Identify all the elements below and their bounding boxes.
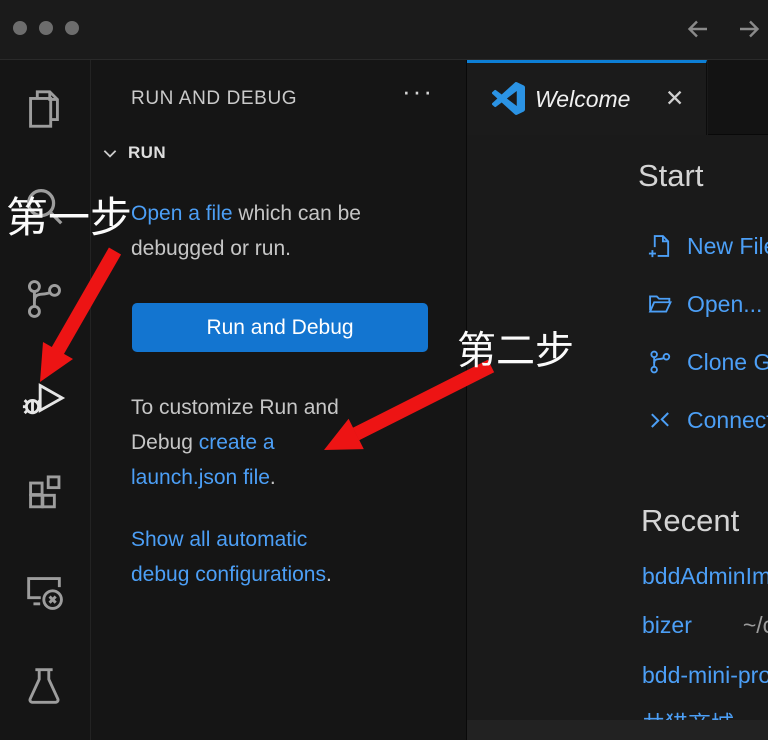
explorer-files-icon	[21, 86, 67, 132]
recent-item-name: bdd-mini-program	[642, 662, 768, 689]
start-item-open[interactable]: Open...	[646, 290, 762, 318]
editor-group: Welcome ✕ Start New File... Open... Clon…	[466, 60, 768, 740]
title-bar	[0, 0, 768, 60]
customize-hint-suffix: .	[270, 466, 276, 489]
close-window-button[interactable]	[13, 21, 27, 35]
recent-item-name: bizer	[642, 612, 692, 639]
arrow-left-icon	[681, 12, 715, 46]
new-file-icon	[646, 232, 674, 260]
show-all-configs-link[interactable]: Show all automatic debug configurations	[131, 528, 326, 586]
run-section-label: RUN	[128, 143, 166, 163]
activity-remote-explorer[interactable]	[19, 566, 69, 616]
start-item-label: New File...	[687, 233, 768, 260]
more-actions-button[interactable]: ···	[402, 78, 434, 104]
remote-explorer-icon	[21, 568, 67, 614]
start-item-label: Connect to...	[687, 407, 768, 434]
activity-explorer[interactable]	[19, 84, 69, 134]
recent-item-name: bddAdminImport	[642, 563, 768, 590]
run-and-debug-icon	[21, 375, 67, 421]
recent-heading: Recent	[641, 503, 739, 539]
activity-source-control[interactable]	[19, 274, 69, 324]
activity-extensions[interactable]	[19, 468, 69, 518]
recent-item[interactable]: bdd-mini-program	[642, 662, 768, 689]
activity-testing[interactable]	[19, 660, 69, 710]
arrow-right-icon	[732, 12, 766, 46]
navigate-back-button[interactable]	[681, 12, 715, 46]
run-and-debug-button[interactable]: Run and Debug	[132, 303, 428, 352]
git-branch-icon	[646, 348, 674, 376]
remote-connect-icon	[646, 406, 674, 434]
vscode-logo-icon	[492, 82, 525, 115]
window-controls	[13, 21, 79, 35]
recent-item[interactable]: bddAdminImport	[642, 563, 768, 590]
tab-welcome[interactable]: Welcome ✕	[467, 60, 707, 135]
show-configs-suffix: .	[326, 563, 332, 586]
chevron-down-icon	[101, 144, 119, 162]
minimize-window-button[interactable]	[39, 21, 53, 35]
start-item-connect[interactable]: Connect to...	[646, 406, 768, 434]
tab-strip-empty	[708, 60, 768, 135]
testing-flask-icon	[21, 662, 67, 708]
source-control-icon	[21, 276, 67, 322]
editor-bottom-strip	[467, 720, 768, 740]
welcome-page: Start New File... Open... Clone Git Repo…	[467, 135, 768, 740]
annotation-step1: 第一步	[6, 184, 132, 245]
show-configs-hint: Show all automatic debug configurations.	[131, 522, 367, 592]
start-item-clone[interactable]: Clone Git Repository...	[646, 348, 768, 376]
tab-close-icon[interactable]: ✕	[665, 85, 684, 112]
activity-run-and-debug[interactable]	[19, 373, 69, 423]
maximize-window-button[interactable]	[65, 21, 79, 35]
open-a-file-link[interactable]: Open a file	[131, 202, 233, 225]
start-item-new-file[interactable]: New File...	[646, 232, 768, 260]
start-item-label: Open...	[687, 291, 762, 318]
open-folder-icon	[646, 290, 674, 318]
extensions-icon	[21, 470, 67, 516]
tab-title: Welcome	[535, 86, 630, 113]
recent-item-path: ~/code	[743, 612, 768, 639]
activity-bar	[0, 60, 90, 740]
run-section-header[interactable]: RUN	[101, 143, 166, 163]
start-heading: Start	[638, 158, 703, 194]
navigate-forward-button[interactable]	[732, 12, 766, 46]
start-item-label: Clone Git Repository...	[687, 349, 768, 376]
recent-item[interactable]: bizer ~/code	[642, 612, 768, 639]
customize-hint: To customize Run and Debug create a laun…	[131, 390, 367, 495]
open-file-hint: Open a file which can be debugged or run…	[131, 196, 367, 266]
annotation-step2: 第二步	[457, 320, 574, 376]
panel-title: RUN AND DEBUG	[131, 88, 297, 110]
run-and-debug-panel: RUN AND DEBUG ··· RUN Open a file which …	[90, 60, 466, 740]
